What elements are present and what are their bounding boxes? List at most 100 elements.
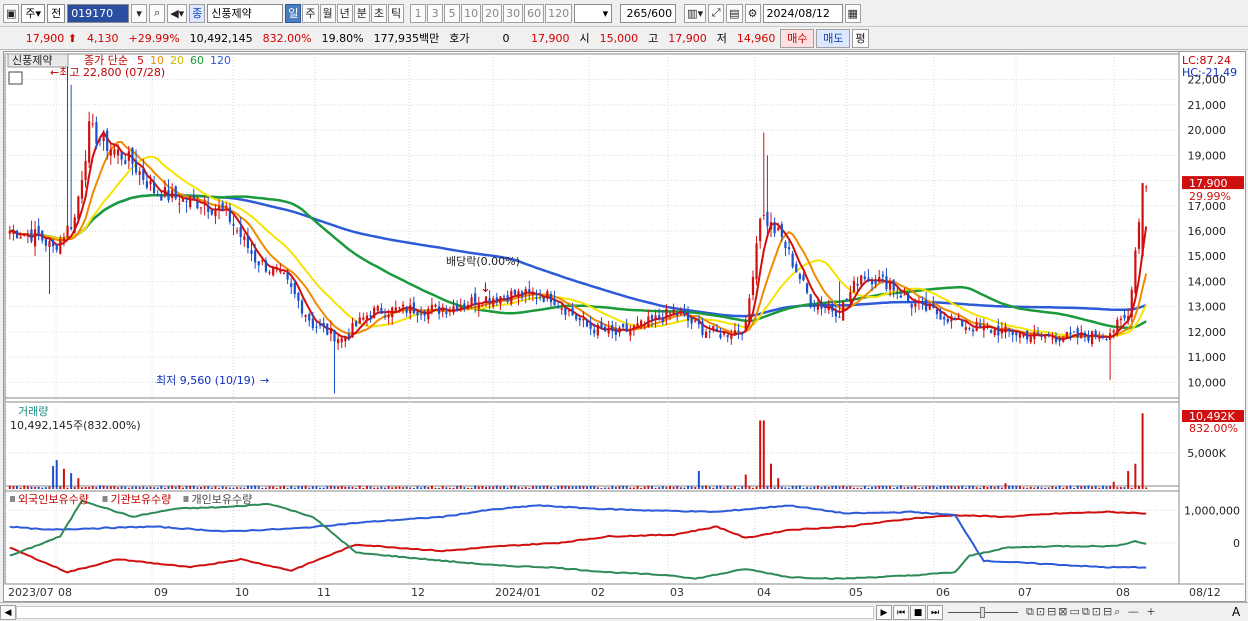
period-button-2[interactable]: 월 — [319, 3, 336, 23]
candle-body — [124, 160, 127, 165]
volume-bar — [445, 487, 448, 489]
period-button-0[interactable]: 일 — [285, 3, 302, 23]
first-icon[interactable]: ⏮ — [893, 605, 909, 620]
candle-body — [571, 307, 574, 316]
speaker-icon[interactable]: ◀▾ — [167, 3, 188, 23]
chart-svg[interactable]: 22,00021,00020,00019,00018,00017,00016,0… — [4, 52, 1245, 601]
candle-body — [1072, 331, 1076, 333]
volume-bar — [715, 485, 718, 489]
volume-bar — [730, 487, 733, 489]
period-button-4[interactable]: 분 — [353, 3, 370, 23]
candle-body — [834, 310, 838, 317]
interval-button-120[interactable]: 120 — [545, 3, 573, 23]
candle-body — [697, 319, 700, 325]
candle-body — [575, 314, 578, 320]
candle-body — [997, 326, 1000, 336]
volume-bar — [997, 485, 1000, 489]
layout-icons[interactable]: ⧉⊡⊟⊠▭⧉⊡⊟⌕ — + — [1026, 605, 1158, 619]
volume-bar — [481, 485, 484, 489]
volume-bar — [55, 460, 58, 489]
candle-body — [510, 291, 513, 304]
volume-bar — [80, 487, 83, 489]
dropdown-icon[interactable]: ▾ — [131, 3, 148, 23]
candle-body — [780, 223, 783, 237]
volume-bar — [834, 485, 837, 489]
volume-bar — [391, 487, 394, 489]
interval-button-3[interactable]: 3 — [427, 3, 444, 23]
volume-bar — [221, 486, 224, 489]
buy-button[interactable]: 매수 — [780, 28, 815, 48]
candle-body — [311, 318, 314, 328]
scroll-right-icon[interactable]: ▶ — [876, 605, 892, 620]
candle-body — [470, 297, 473, 305]
candle-body — [134, 160, 138, 173]
volume-bar — [586, 486, 589, 489]
period-button-3[interactable]: 년 — [336, 3, 353, 23]
sell-button[interactable]: 매도 — [816, 28, 851, 48]
candle-body — [640, 320, 643, 326]
pane-frame — [4, 397, 1180, 492]
candle-body — [163, 186, 167, 196]
interval-button-5[interactable]: 5 — [444, 3, 461, 23]
volume-bar — [968, 485, 971, 489]
interval-button-20[interactable]: 20 — [482, 3, 503, 23]
stock-code-input[interactable]: 019170 — [67, 3, 130, 23]
period-button-5[interactable]: 초 — [370, 3, 388, 23]
interval-button-60[interactable]: 60 — [524, 3, 545, 23]
volume-bar — [275, 487, 278, 489]
open-label: 시 — [579, 32, 590, 45]
candle-body — [98, 139, 102, 141]
volume-bar — [885, 486, 888, 489]
volume-bar — [308, 487, 311, 489]
volume-bar — [690, 486, 693, 489]
date-input[interactable]: 2024/08/12 — [762, 3, 843, 23]
volume-bar — [91, 486, 94, 489]
calendar-icon[interactable]: ▦ — [844, 3, 861, 23]
search-icon[interactable]: ⌕ — [149, 3, 166, 23]
period-button-6[interactable]: 틱 — [388, 3, 405, 23]
interval-button-1[interactable]: 1 — [410, 3, 427, 23]
candle-body — [611, 325, 614, 332]
volume-bar — [376, 487, 379, 489]
market-select[interactable]: 주 ▾ — [21, 3, 46, 23]
volume-bar — [124, 486, 127, 489]
gear-icon[interactable]: ⚙ — [744, 3, 761, 23]
candle-body — [1051, 338, 1054, 340]
date-tick-label: 10 — [235, 586, 249, 599]
candle-body — [1047, 335, 1050, 337]
chart-area[interactable]: 22,00021,00020,00019,00018,00017,00016,0… — [3, 51, 1246, 602]
candle-body — [925, 300, 928, 311]
volume-bar — [816, 485, 819, 489]
candle-type-icon[interactable]: ▥▾ — [684, 3, 707, 23]
volume-bar — [910, 486, 913, 489]
interval-button-30[interactable]: 30 — [503, 3, 524, 23]
stop-icon[interactable]: ■ — [910, 605, 926, 620]
zoom-handle[interactable] — [980, 607, 985, 618]
font-icon[interactable]: A — [1232, 605, 1240, 619]
interval-dropdown[interactable]: ▾ — [574, 3, 613, 23]
period-button-1[interactable]: 주 — [302, 3, 319, 23]
volume-bar — [174, 486, 177, 489]
volume-bar — [780, 486, 783, 489]
scroll-track[interactable] — [16, 606, 874, 619]
volume-bar — [1018, 485, 1021, 489]
expand-icon[interactable]: ▤ — [726, 3, 743, 23]
scroll-left-icon[interactable]: ◀ — [0, 605, 16, 620]
crosshair-icon[interactable]: ⤢ — [708, 3, 725, 23]
candle-body — [62, 237, 66, 241]
top-toolbar: ▣ 주 ▾ 전 019170 ▾ ⌕ ◀▾ 종 신풍제약 일주월년분초틱 1351… — [0, 0, 1248, 27]
period-select[interactable]: 전 — [47, 3, 66, 23]
candle-body — [805, 283, 809, 293]
candle-body — [528, 289, 531, 293]
eval-button[interactable]: 평 — [852, 28, 869, 48]
last-icon[interactable]: ⏭ — [927, 605, 943, 620]
count-input[interactable]: 265/600 — [620, 3, 677, 23]
volume-bar — [513, 485, 516, 489]
interval-button-10[interactable]: 10 — [461, 3, 482, 23]
candle-body — [1094, 330, 1097, 338]
ma10-line — [9, 140, 1148, 339]
volume-bar — [1080, 486, 1083, 489]
window-icon[interactable]: ▣ — [3, 3, 20, 23]
candle-body — [1109, 333, 1112, 340]
volume-bar — [409, 487, 412, 489]
